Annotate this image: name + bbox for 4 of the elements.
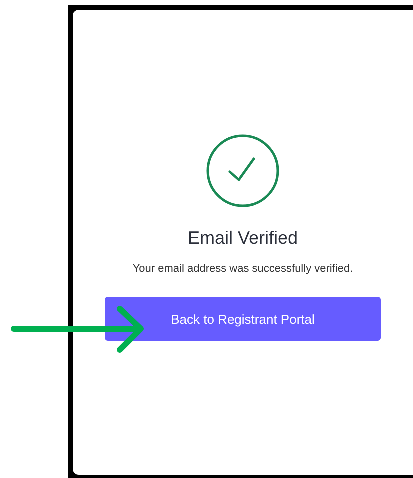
verification-message: Your email address was successfully verified. <box>132 263 354 275</box>
page-title: Email Verified <box>188 228 298 249</box>
back-to-portal-button[interactable]: Back to Registrant Portal <box>105 297 381 341</box>
checkmark-icon <box>206 134 280 208</box>
